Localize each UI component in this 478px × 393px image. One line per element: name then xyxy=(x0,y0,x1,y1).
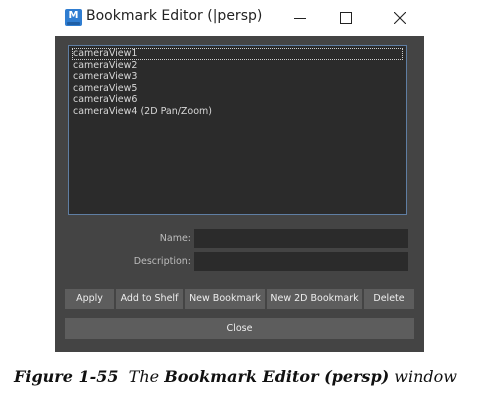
maximize-button[interactable] xyxy=(322,0,370,36)
name-label: Name: xyxy=(159,233,191,244)
maximize-icon xyxy=(340,12,352,24)
description-field[interactable] xyxy=(194,252,408,271)
bookmark-list[interactable]: cameraView1 cameraView2 cameraView3 cameraV… xyxy=(68,45,407,215)
new-bookmark-button[interactable]: New Bookmark xyxy=(185,289,265,309)
close-window-button[interactable] xyxy=(376,0,424,36)
figure-caption: Figure 1-55 The Bookmark Editor (persp) … xyxy=(14,367,457,386)
new-2d-bookmark-button[interactable]: New 2D Bookmark xyxy=(267,289,362,309)
caption-rest: window xyxy=(394,367,457,386)
figure-number: Figure 1-55 xyxy=(14,367,119,386)
close-icon xyxy=(394,12,406,24)
minimize-icon xyxy=(294,18,306,19)
caption-window-name: Bookmark Editor (persp) xyxy=(164,367,390,386)
bookmark-list-item[interactable]: cameraView5 xyxy=(72,83,403,95)
maya-app-icon: M xyxy=(65,9,82,26)
apply-button[interactable]: Apply xyxy=(65,289,114,309)
app-icon-letter: M xyxy=(68,10,79,21)
window-title: Bookmark Editor (|persp) xyxy=(86,8,263,24)
add-to-shelf-button[interactable]: Add to Shelf xyxy=(116,289,183,309)
bookmark-editor-window: M Bookmark Editor (|persp) cameraView1 ca… xyxy=(55,0,424,352)
bookmark-list-item[interactable]: cameraView2 xyxy=(72,60,403,72)
bookmark-list-item[interactable]: cameraView6 xyxy=(72,94,403,106)
bookmark-list-item[interactable]: cameraView4 (2D Pan/Zoom) xyxy=(72,106,403,118)
bookmark-list-item[interactable]: cameraView3 xyxy=(72,71,403,83)
title-bar[interactable]: M Bookmark Editor (|persp) xyxy=(55,0,424,36)
close-button[interactable]: Close xyxy=(65,318,414,339)
caption-the: The xyxy=(128,367,160,386)
name-field[interactable] xyxy=(194,229,408,248)
app-icon-bar xyxy=(67,22,80,25)
bookmark-list-item[interactable]: cameraView1 xyxy=(72,48,403,60)
delete-button[interactable]: Delete xyxy=(364,289,414,309)
description-label: Description: xyxy=(133,256,191,267)
minimize-button[interactable] xyxy=(276,0,324,36)
